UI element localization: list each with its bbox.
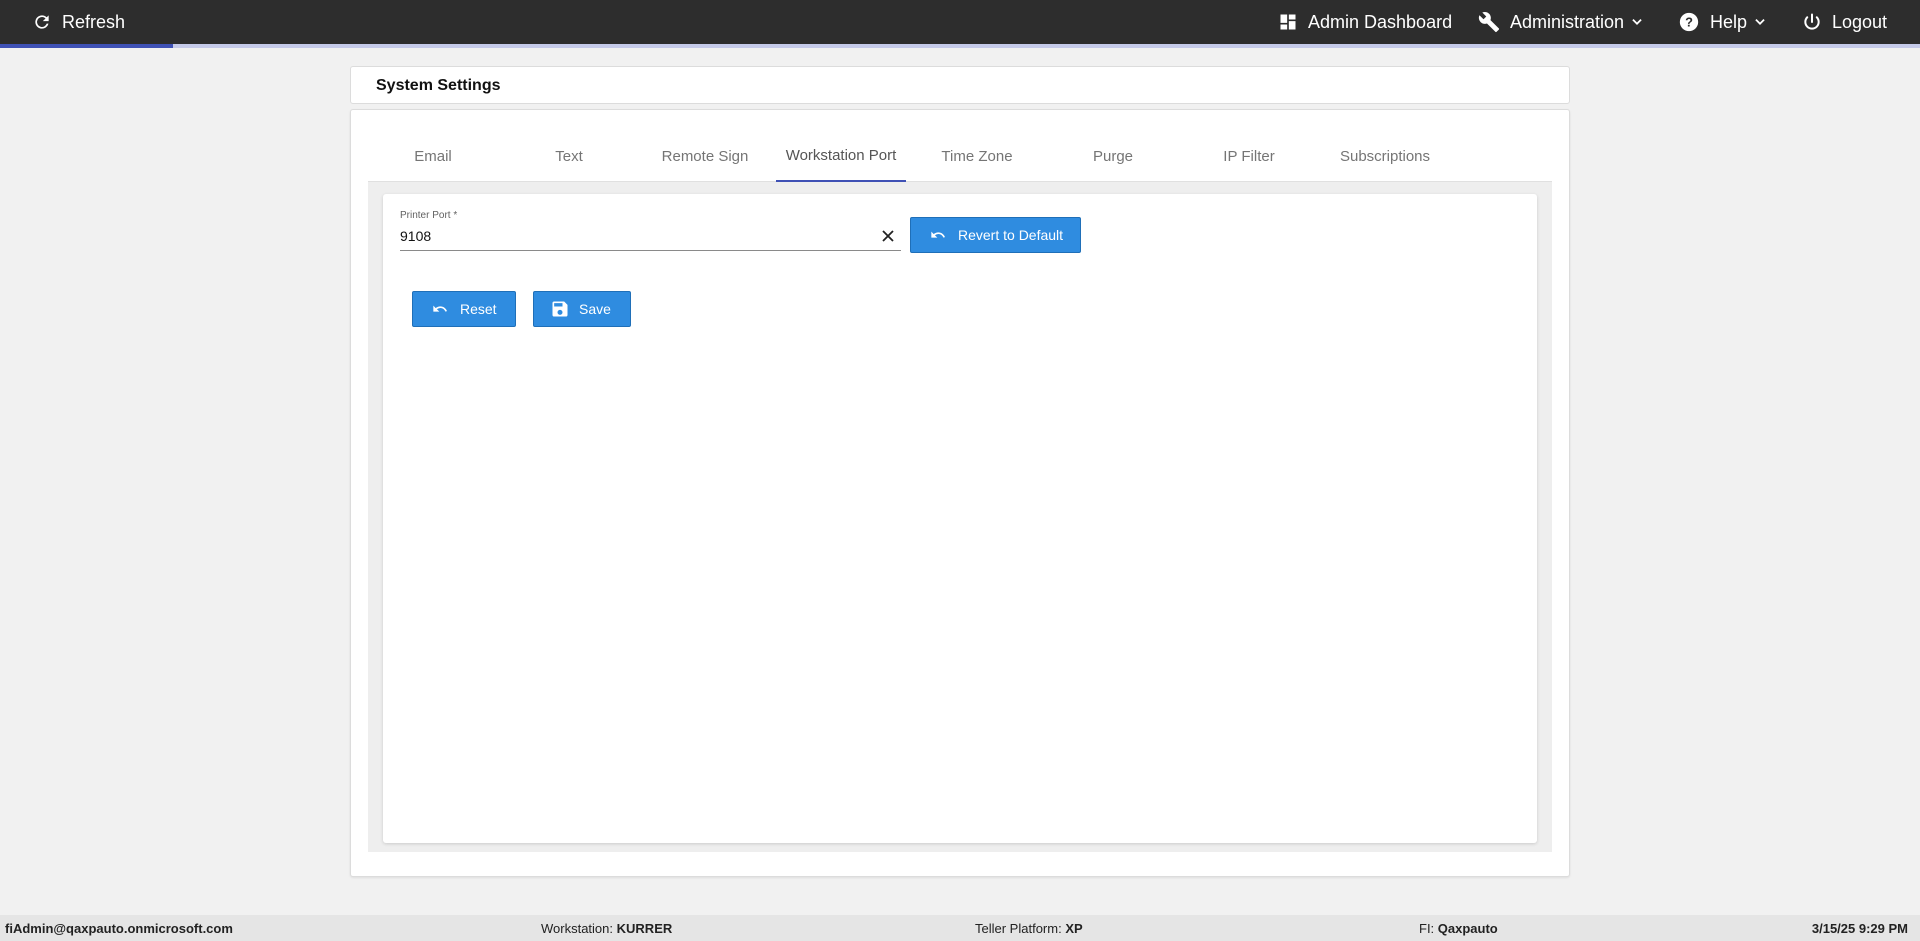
- settings-card: Email Text Remote Sign Workstation Port …: [350, 109, 1570, 877]
- footer-teller-platform: Teller Platform: XP: [975, 921, 1083, 936]
- footer-datetime: 3/15/25 9:29 PM: [1811, 921, 1908, 936]
- close-icon[interactable]: [879, 227, 897, 245]
- tab-time-zone[interactable]: Time Zone: [912, 130, 1042, 182]
- refresh-button[interactable]: Refresh: [32, 0, 125, 44]
- chevron-down-icon: [1630, 15, 1644, 29]
- save-label: Save: [579, 301, 611, 317]
- reset-label: Reset: [460, 301, 497, 317]
- progress-fill: [0, 44, 173, 48]
- help-circle-icon: ?: [1678, 11, 1700, 33]
- fi-value: Qaxpauto: [1437, 921, 1498, 936]
- tab-panel: Printer Port * Revert to Default Reset: [368, 182, 1552, 852]
- page-title: System Settings: [376, 77, 501, 94]
- revert-to-default-button[interactable]: Revert to Default: [910, 217, 1081, 253]
- workstation-label: Workstation:: [541, 921, 614, 936]
- save-button[interactable]: Save: [533, 291, 631, 327]
- fi-label: FI:: [1419, 921, 1435, 936]
- teller-platform-value: XP: [1065, 921, 1083, 936]
- printer-port-label: Printer Port *: [400, 210, 458, 221]
- help-menu[interactable]: ? Help: [1678, 0, 1767, 44]
- top-navigation-bar: Refresh Admin Dashboard Administration ?…: [0, 0, 1920, 44]
- svg-text:?: ?: [1685, 15, 1693, 30]
- admin-dashboard-label: Admin Dashboard: [1308, 11, 1453, 32]
- administration-label: Administration: [1510, 11, 1625, 32]
- wrench-icon: [1478, 11, 1500, 33]
- footer-user: fiAdmin@qaxpauto.onmicrosoft.com: [5, 921, 233, 936]
- revert-to-default-label: Revert to Default: [958, 227, 1064, 243]
- footer-fi: FI: Qaxpauto: [1419, 921, 1498, 936]
- workstation-port-form: Printer Port * Revert to Default Reset: [383, 194, 1537, 843]
- tab-email[interactable]: Email: [368, 130, 498, 182]
- tab-workstation-port[interactable]: Workstation Port: [776, 130, 906, 182]
- printer-port-input[interactable]: [400, 226, 860, 246]
- administration-menu[interactable]: Administration: [1478, 0, 1644, 44]
- floppy-disk-icon: [550, 299, 570, 319]
- logout-button[interactable]: Logout: [1802, 0, 1887, 44]
- undo-icon: [927, 227, 949, 243]
- admin-dashboard-link[interactable]: Admin Dashboard: [1278, 0, 1452, 44]
- tab-text[interactable]: Text: [504, 130, 634, 182]
- help-label: Help: [1710, 11, 1748, 32]
- tab-subscriptions[interactable]: Subscriptions: [1320, 130, 1450, 182]
- chevron-down-icon: [1753, 15, 1767, 29]
- status-footer: fiAdmin@qaxpauto.onmicrosoft.com Worksta…: [0, 915, 1920, 941]
- undo-icon: [429, 301, 451, 317]
- power-icon: [1802, 12, 1822, 32]
- refresh-icon: [32, 12, 52, 32]
- workstation-value: KURRER: [616, 921, 673, 936]
- tab-purge[interactable]: Purge: [1048, 130, 1178, 182]
- page-title-card: System Settings: [350, 66, 1570, 104]
- logout-label: Logout: [1832, 11, 1888, 32]
- dashboard-icon: [1278, 12, 1298, 32]
- tab-ip-filter[interactable]: IP Filter: [1184, 130, 1314, 182]
- refresh-label: Refresh: [62, 11, 126, 32]
- teller-platform-label: Teller Platform:: [975, 921, 1062, 936]
- page-load-progress-bar: [0, 44, 1920, 48]
- settings-tabs: Email Text Remote Sign Workstation Port …: [368, 130, 1552, 182]
- printer-port-field: Printer Port *: [400, 210, 901, 251]
- reset-button[interactable]: Reset: [412, 291, 516, 327]
- tab-remote-sign[interactable]: Remote Sign: [640, 130, 770, 182]
- footer-workstation: Workstation: KURRER: [541, 921, 672, 936]
